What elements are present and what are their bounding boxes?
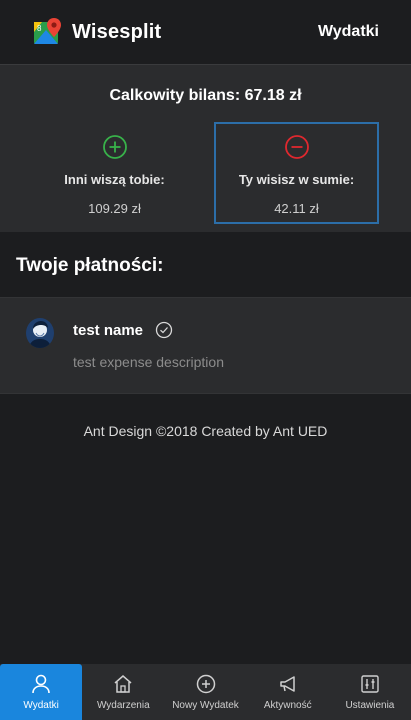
nav-label-settings: Ustawienia	[345, 700, 395, 711]
nav-label-new-expense: Nowy Wydatek	[172, 700, 239, 711]
you-owe-value: 42.11 zł	[274, 201, 319, 216]
svg-text:8: 8	[37, 24, 42, 33]
you-owe-card[interactable]: Ty wisisz w sumie: 42.11 zł	[214, 122, 379, 224]
balance-panel: Calkowity bilans: 67.18 zł Inni wiszą to…	[0, 64, 411, 232]
minus-circle-icon	[284, 135, 309, 159]
nav-item-new-expense[interactable]: Nowy Wydatek	[164, 664, 246, 720]
payment-description: test expense description	[73, 354, 224, 370]
you-owe-label: Ty wisisz w sumie:	[238, 172, 355, 187]
brand[interactable]: 8 Wisesplit	[32, 16, 161, 48]
payments-title: Twoje płatności:	[16, 255, 164, 276]
total-balance: Calkowity bilans: 67.18 zł	[109, 87, 302, 104]
owed-to-you-label: Inni wiszą tobie:	[64, 172, 165, 187]
home-icon	[114, 675, 132, 693]
check-circle-icon[interactable]	[155, 321, 173, 339]
avatar	[26, 318, 54, 348]
nav-label-expenses: Wydatki	[23, 700, 59, 711]
owed-to-you-card[interactable]: Inni wiszą tobie: 109.29 zł	[32, 122, 197, 224]
list-item[interactable]: test name test expense description	[0, 297, 411, 394]
nav-item-activity[interactable]: Aktywność	[247, 664, 329, 720]
user-icon	[32, 674, 50, 694]
brand-name: Wisesplit	[72, 20, 162, 43]
bottom-nav: Wydatki Wydarzenia Nowy Wydatek Aktywnoś…	[0, 664, 411, 720]
footer-text: Ant Design ©2018 Created by Ant UED	[83, 423, 328, 439]
nav-item-settings[interactable]: Ustawienia	[329, 664, 411, 720]
expenses-header-link[interactable]: Wydatki	[318, 23, 379, 41]
payment-title-row: test name	[73, 321, 173, 339]
sliders-icon	[361, 675, 379, 693]
plus-circle-icon	[102, 135, 127, 159]
owed-to-you-value: 109.29 zł	[88, 201, 141, 216]
plus-circle-icon	[196, 674, 215, 694]
payment-name: test name	[73, 321, 144, 339]
app-header: 8 Wisesplit Wydatki	[0, 0, 411, 64]
map-pin-logo-icon: 8	[34, 18, 61, 44]
balance-cards: Inni wiszą tobie: 109.29 zł Ty wisisz w …	[32, 122, 379, 224]
nav-item-events[interactable]: Wydarzenia	[82, 664, 164, 720]
megaphone-icon	[279, 676, 295, 692]
nav-item-expenses[interactable]: Wydatki	[0, 664, 83, 720]
nav-label-events: Wydarzenia	[96, 700, 150, 711]
nav-label-activity: Aktywność	[263, 700, 312, 711]
